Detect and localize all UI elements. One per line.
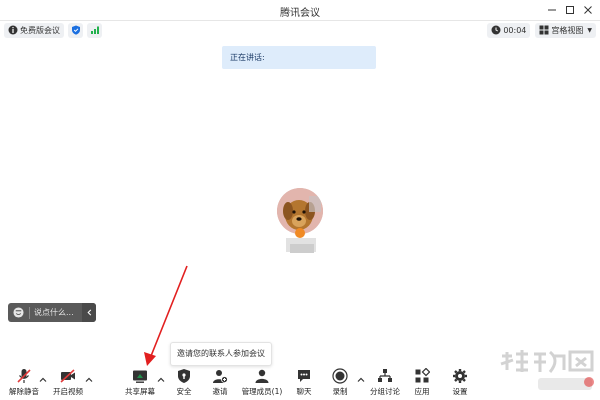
invite-button[interactable]: 邀请 [198,368,242,400]
unmute-button[interactable]: 解除静音 [2,368,46,400]
invite-tooltip: 邀请您的联系人参加会议 [170,342,272,366]
annotation-arrow [144,265,188,366]
mic-muted-icon [17,369,31,383]
manage-members-button[interactable]: 管理成员(1) [240,368,284,400]
record-icon [332,368,348,384]
record-button[interactable]: 录制 [318,368,362,400]
invite-icon [213,370,228,383]
share-screen-icon [133,370,147,383]
manage-members-label: 管理成员(1) [241,387,283,396]
breakout-icon [378,369,392,382]
unmute-label: 解除静音 [9,387,39,396]
security-shield-icon [178,369,190,383]
chat-icon [298,370,310,382]
start-video-label: 开启视频 [53,387,83,396]
members-icon [255,369,269,383]
start-video-button[interactable]: 开启视频 [46,368,90,400]
settings-gear-icon [453,369,467,383]
apps-icon [415,368,430,383]
share-screen-button[interactable]: 共享屏幕 [118,368,162,400]
invite-label: 邀请 [212,387,228,396]
site-watermark-logo [500,350,594,390]
video-options-chevron-icon[interactable] [85,376,93,384]
settings-label: 设置 [452,387,468,396]
share-screen-label: 共享屏幕 [125,387,155,396]
record-label: 录制 [332,387,348,396]
video-off-icon [60,369,75,383]
settings-button[interactable]: 设置 [438,368,482,400]
